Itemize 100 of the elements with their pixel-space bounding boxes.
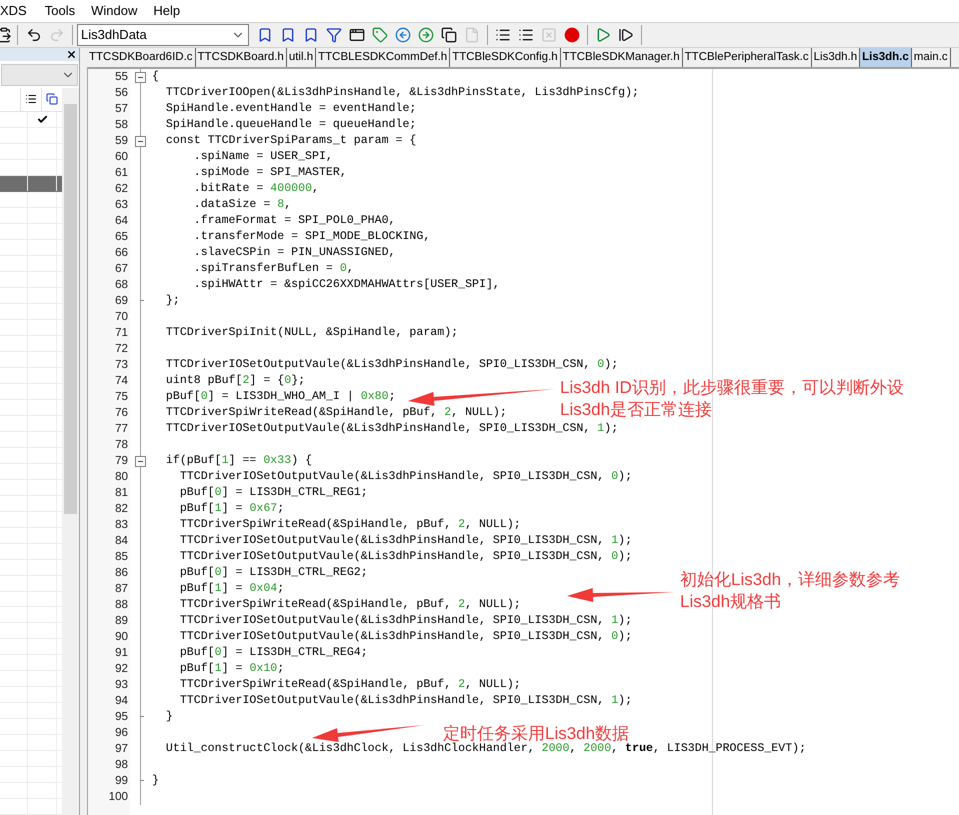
- code-line: TTCDriverIOSetOutputVaule(&Lis3dhPinsHandle, SPI0_LIS3DH_CSN, 0);: [164, 357, 618, 373]
- line-number: 88: [114, 597, 129, 613]
- code-line: TTCDriverIOSetOutputVaule(&Lis3dhPinsHandle, SPI0_LIS3DH_CSN, 1);: [178, 693, 632, 709]
- file-tab[interactable]: util.h: [286, 48, 316, 67]
- code-line: TTCDriverIOSetOutputVaule(&Lis3dhPinsHandle, SPI0_LIS3DH_CSN, 1);: [178, 613, 632, 629]
- code-line: .slaveCSPin = PIN_UNASSIGNED,: [192, 245, 396, 261]
- bookmark-icon: [280, 27, 296, 43]
- line-number: 89: [114, 613, 129, 629]
- code-line: TTCDriverSpiWriteRead(&SpiHandle, pBuf, 2, NULL);: [178, 597, 521, 613]
- line-number: 86: [114, 565, 129, 581]
- menu-item[interactable]: Tools: [36, 0, 84, 22]
- annotation-text: 定时任务采用Lis3dh数据: [443, 723, 630, 743]
- code-line: .spiHWAttr = &spiCC26XXDMAHWAttrs[USER_SPI],: [192, 277, 500, 293]
- file-tab[interactable]: TTCSDKBoard.h: [196, 48, 287, 67]
- fold-toggle-icon[interactable]: [135, 456, 146, 466]
- file-tab[interactable]: Lis3dh.c: [860, 48, 912, 67]
- symbol-combobox[interactable]: Lis3dhData: [77, 24, 249, 46]
- line-number: 99: [114, 773, 129, 789]
- line-number: 63: [114, 197, 129, 213]
- code-line: TTCDriverSpiWriteRead(&SpiHandle, pBuf, 2, NULL);: [178, 677, 521, 693]
- copy-icon: [441, 27, 457, 43]
- code-line: .transferMode = SPI_MODE_BLOCKING,: [192, 229, 430, 245]
- code-line: pBuf[1] = 0x10;: [178, 661, 284, 677]
- line-number: 76: [114, 405, 129, 421]
- close-icon[interactable]: [66, 49, 77, 60]
- line-number: 83: [114, 517, 129, 533]
- list-icon: [518, 27, 534, 43]
- scrollbar[interactable]: [62, 88, 79, 815]
- line-number: 75: [114, 389, 129, 405]
- file-tab[interactable]: TTCSDKBoard6ID.c: [87, 48, 196, 67]
- file-tab[interactable]: main.c: [912, 48, 951, 67]
- code-line: pBuf[1] = 0x67;: [178, 501, 284, 517]
- line-number: 91: [114, 645, 129, 661]
- code-line: .frameFormat = SPI_POL0_PHA0,: [192, 213, 396, 229]
- line-number: 64: [114, 213, 129, 229]
- line-number: 67: [114, 261, 129, 277]
- code-line: TTCDriverSpiInit(NULL, &SpiHandle, param);: [164, 325, 458, 341]
- line-number: 70: [114, 309, 129, 325]
- code-line: .bitRate = 400000,: [192, 181, 319, 197]
- line-number: 56: [114, 85, 129, 101]
- line-number: 82: [114, 501, 129, 517]
- code-line: pBuf[0] = LIS3DH_CTRL_REG4;: [178, 645, 368, 661]
- redo-icon: [49, 27, 65, 43]
- code-line: .spiTransferBufLen = 0,: [192, 261, 354, 277]
- file-tab[interactable]: TTCBlePeripheralTask.c: [682, 48, 812, 67]
- code-line: pBuf[0] = LIS3DH_CTRL_REG1;: [178, 485, 368, 501]
- undo-icon: [26, 27, 42, 43]
- code-line: if(pBuf[1] == 0x33) {: [164, 453, 312, 469]
- list-icon: [495, 27, 511, 43]
- code-line: pBuf[0] = LIS3DH_CTRL_REG2;: [178, 565, 368, 581]
- menu-item[interactable]: XDS: [0, 0, 37, 22]
- line-number: 87: [114, 581, 129, 597]
- fold-toggle-icon[interactable]: [135, 136, 146, 146]
- file-tab[interactable]: TTCBLESDKCommDef.h: [316, 48, 450, 67]
- code-line: Util_constructClock(&Lis3dhClock, Lis3dhClockHandler, 2000, 2000, true, LIS3DH_PROCESS_EVT);: [164, 742, 806, 757]
- bookmark-icon: [303, 27, 319, 43]
- line-number: 78: [114, 437, 129, 453]
- line-number: 93: [114, 677, 129, 693]
- cross-icon: [541, 27, 557, 43]
- code-line: uint8 pBuf[2] = {0};: [164, 373, 306, 389]
- code-line: TTCDriverIOSetOutputVaule(&Lis3dhPinsHandle, SPI0_LIS3DH_CSN, 0);: [178, 469, 632, 485]
- menu-item[interactable]: Help: [145, 0, 188, 22]
- arrow-left-icon: [395, 27, 411, 43]
- code-line: TTCDriverIOSetOutputVaule(&Lis3dhPinsHandle, SPI0_LIS3DH_CSN, 1);: [164, 421, 618, 437]
- line-number: 94: [114, 693, 129, 709]
- code-line: };: [164, 293, 180, 309]
- file-tab[interactable]: TTCBleSDKConfig.h: [450, 48, 561, 67]
- fold-toggle-icon[interactable]: [135, 72, 146, 82]
- check-icon: [36, 114, 48, 125]
- code-line: TTCDriverSpiWriteRead(&SpiHandle, pBuf, 2, NULL);: [164, 405, 507, 421]
- annotation-text: Lis3dh ID识别，此步骤很重要，可以判断外设 Lis3dh是否正常连接: [560, 377, 904, 421]
- code-line: TTCDriverIOSetOutputVaule(&Lis3dhPinsHandle, SPI0_LIS3DH_CSN, 0);: [178, 629, 632, 645]
- step-icon: [618, 27, 634, 43]
- code-line: SpiHandle.eventHandle = eventHandle;: [164, 101, 416, 117]
- line-number: 85: [114, 549, 129, 565]
- code-line: const TTCDriverSpiParams_t param = {: [164, 133, 416, 149]
- column-header-icon: [46, 93, 58, 106]
- watch-row[interactable]: [0, 176, 62, 192]
- line-number: 59: [114, 133, 129, 149]
- line-number: 90: [114, 629, 129, 645]
- line-number: 62: [114, 181, 129, 197]
- arrow-icon: [312, 725, 425, 742]
- code-line: TTCDriverIOSetOutputVaule(&Lis3dhPinsHandle, SPI0_LIS3DH_CSN, 0);: [178, 549, 632, 565]
- line-number: 71: [114, 325, 129, 341]
- line-number: 92: [114, 661, 129, 677]
- line-number: 55: [114, 69, 129, 85]
- line-number: 68: [114, 277, 129, 293]
- line-number: 100: [108, 789, 129, 805]
- line-number: 65: [114, 229, 129, 245]
- code-line: TTCDriverIOSetOutputVaule(&Lis3dhPinsHandle, SPI0_LIS3DH_CSN, 1);: [178, 533, 632, 549]
- line-number: 98: [114, 757, 129, 773]
- file-tab[interactable]: TTCBleSDKManager.h: [560, 48, 683, 67]
- line-number: 61: [114, 165, 129, 181]
- menu-item[interactable]: Window: [83, 0, 146, 22]
- breakpoint-icon: [564, 27, 580, 43]
- code-line: SpiHandle.queueHandle = queueHandle;: [164, 117, 416, 133]
- line-number: 97: [114, 741, 129, 757]
- code-line: TTCDriverIOOpen(&Lis3dhPinsHandle, &Lis3dhPinsState, Lis3dhPinsCfg);: [164, 85, 640, 101]
- code-line: TTCDriverSpiWriteRead(&SpiHandle, pBuf, 2, NULL);: [178, 517, 521, 533]
- line-number: 72: [114, 341, 129, 357]
